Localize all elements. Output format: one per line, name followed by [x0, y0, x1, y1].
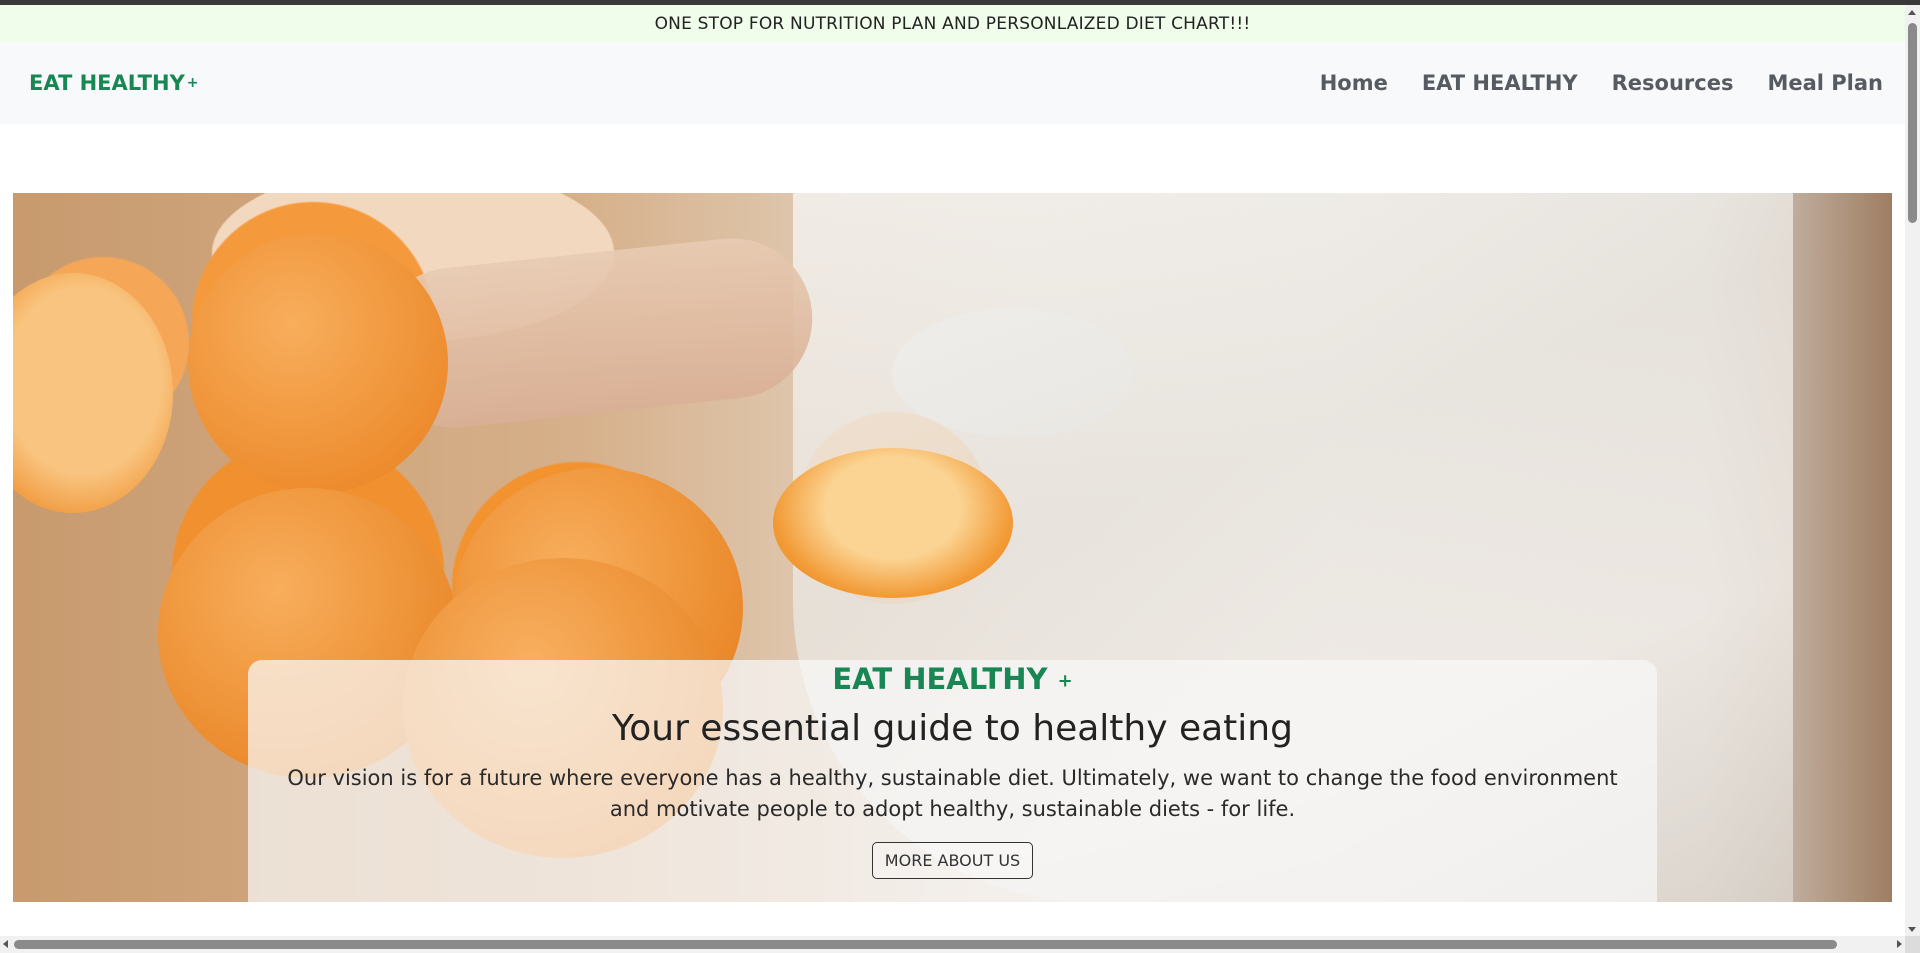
- caption-plus-icon: +: [1057, 670, 1073, 692]
- hero-image-orange: [13, 273, 173, 513]
- scroll-down-icon[interactable]: [1908, 927, 1916, 932]
- nav-link-home[interactable]: Home: [1320, 71, 1388, 95]
- horizontal-scrollbar[interactable]: [0, 936, 1905, 953]
- caption-title: EAT HEALTHY +: [248, 660, 1657, 696]
- hero-carousel: EAT HEALTHY + Your essential guide to he…: [13, 193, 1892, 902]
- scrollbar-corner: [1905, 936, 1920, 953]
- hero-caption: EAT HEALTHY + Your essential guide to he…: [248, 660, 1657, 902]
- scroll-right-icon[interactable]: [1897, 940, 1902, 948]
- nav-link-meal-plan[interactable]: Meal Plan: [1767, 71, 1883, 95]
- announcement-bar: ONE STOP FOR NUTRITION PLAN AND PERSONLA…: [0, 5, 1905, 42]
- nav-link-eat-healthy[interactable]: EAT HEALTHY: [1422, 71, 1578, 95]
- brand-plus-icon: +: [186, 75, 199, 91]
- hero-image-orange-half: [773, 448, 1013, 598]
- scroll-up-icon[interactable]: [1908, 10, 1916, 15]
- navbar: EAT HEALTHY + Home EAT HEALTHY Resources …: [0, 42, 1905, 124]
- caption-title-text: EAT HEALTHY: [832, 662, 1048, 696]
- nav-links: Home EAT HEALTHY Resources Meal Plan: [1320, 42, 1883, 124]
- caption-text: Our vision is for a future where everyon…: [287, 766, 1618, 821]
- announcement-text: ONE STOP FOR NUTRITION PLAN AND PERSONLA…: [654, 13, 1251, 34]
- brand-text: EAT HEALTHY: [29, 71, 185, 95]
- vertical-scrollbar[interactable]: [1905, 5, 1920, 936]
- brand-logo-link[interactable]: EAT HEALTHY +: [29, 42, 199, 124]
- caption-heading: Your essential guide to healthy eating: [612, 708, 1293, 749]
- more-about-us-button[interactable]: MORE ABOUT US: [871, 842, 1034, 879]
- vertical-scrollbar-thumb[interactable]: [1908, 23, 1917, 223]
- hero-image-orange: [188, 233, 448, 493]
- scroll-left-icon[interactable]: [3, 940, 8, 948]
- horizontal-scrollbar-thumb[interactable]: [14, 940, 1837, 949]
- nav-link-resources[interactable]: Resources: [1612, 71, 1734, 95]
